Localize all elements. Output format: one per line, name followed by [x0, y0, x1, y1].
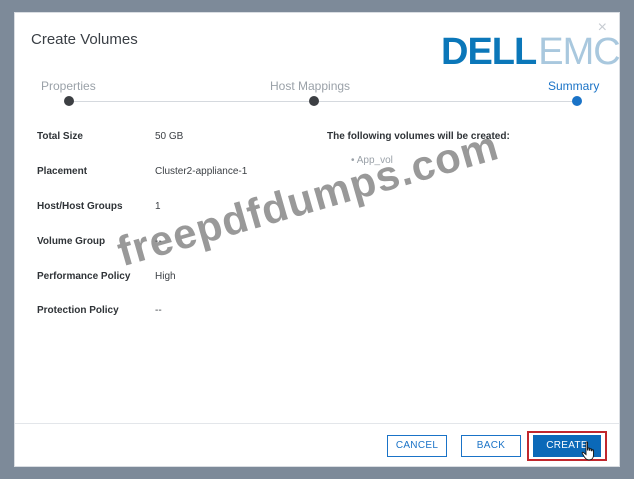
step-properties-label: Properties: [41, 79, 96, 93]
summary-key: Placement: [37, 166, 88, 177]
volumes-to-create-heading: The following volumes will be created:: [327, 131, 510, 142]
step-properties-dot: [64, 96, 74, 106]
summary-row: Performance Policy High: [37, 271, 317, 287]
summary-key: Volume Group: [37, 236, 106, 247]
summary-row: Volume Group --: [37, 236, 317, 252]
step-summary-dot: [572, 96, 582, 106]
dell-emc-logo: DELLEMC: [441, 35, 621, 69]
wizard-steps: Properties Host Mappings Summary: [15, 79, 621, 119]
create-volumes-dialog: Create Volumes × DELLEMC Properties Host…: [14, 12, 621, 467]
summary-row: Placement Cluster2-appliance-1: [37, 166, 317, 182]
dialog-title: Create Volumes: [31, 31, 138, 48]
summary-value: --: [155, 305, 162, 316]
summary-value: Cluster2-appliance-1: [155, 166, 248, 177]
steps-track: [69, 101, 577, 102]
hand-cursor-icon: [581, 441, 594, 461]
cancel-button[interactable]: CANCEL: [387, 435, 447, 457]
back-button[interactable]: BACK: [461, 435, 521, 457]
summary-value: 50 GB: [155, 131, 184, 142]
volume-list-item: • App_vol: [351, 155, 393, 166]
logo-dell-text: DELL: [441, 35, 537, 69]
summary-row: Host/Host Groups 1: [37, 201, 317, 217]
summary-value: High: [155, 271, 176, 282]
step-host-mappings-label: Host Mappings: [270, 79, 351, 93]
step-host-mappings-dot: [309, 96, 319, 106]
summary-row: Total Size 50 GB: [37, 131, 317, 147]
summary-key: Performance Policy: [37, 271, 131, 282]
summary-key: Total Size: [37, 131, 83, 142]
step-summary-label: Summary: [548, 79, 600, 93]
summary-value: 1: [155, 201, 161, 212]
summary-row: Protection Policy --: [37, 305, 317, 321]
logo-emc-text: EMC: [538, 35, 620, 69]
footer-divider: [15, 423, 619, 424]
summary-key: Protection Policy: [37, 305, 119, 316]
summary-value: --: [155, 236, 162, 247]
summary-key: Host/Host Groups: [37, 201, 123, 212]
